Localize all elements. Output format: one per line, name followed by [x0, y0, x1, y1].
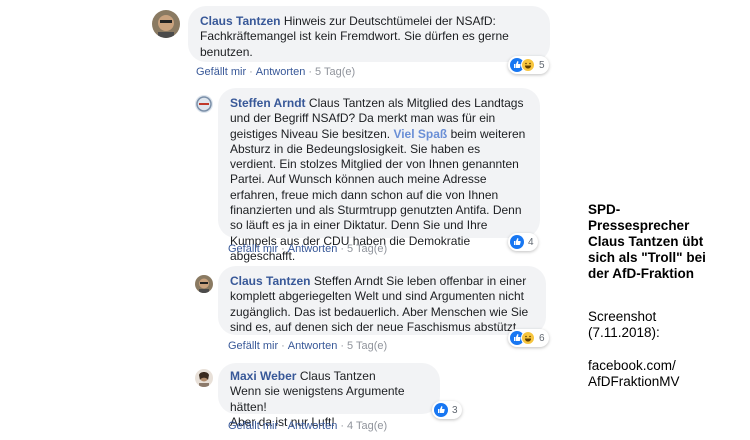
- reply-link[interactable]: Antworten: [288, 420, 338, 432]
- reaction-count: 4: [528, 236, 534, 248]
- avatar[interactable]: [195, 369, 213, 387]
- comment-timestamp[interactable]: 5 Tag(e): [315, 66, 355, 78]
- reaction-count: 3: [452, 404, 458, 416]
- caption-screenshot-date: Screenshot (7.11.2018):: [588, 309, 660, 341]
- like-link[interactable]: Gefällt mir: [196, 66, 246, 78]
- comment-text: Claus Tantzen: [299, 369, 376, 383]
- comment-timestamp[interactable]: 5 Tag(e): [347, 340, 387, 352]
- comment-author[interactable]: Claus Tantzen: [200, 14, 280, 28]
- source-line: AfDFraktionMV: [588, 374, 680, 389]
- reply-link[interactable]: Antworten: [288, 243, 338, 255]
- comment-actions: Gefällt mir · Antworten · 5 Tag(e): [228, 243, 388, 255]
- source-line: facebook.com/: [588, 358, 676, 373]
- comment-author[interactable]: Maxi Weber: [230, 369, 296, 383]
- headline-line: Pressesprecher: [588, 218, 690, 233]
- comment-bubble: Maxi Weber Claus Tantzen Wenn sie wenigs…: [218, 363, 440, 429]
- reactions-badge[interactable]: 4: [508, 233, 538, 251]
- comment-actions: Gefällt mir · Antworten · 5 Tag(e): [196, 66, 356, 78]
- like-icon: [510, 235, 524, 249]
- mention-link[interactable]: Viel Spaß: [393, 127, 447, 141]
- headline-line: sich als "Troll" bei: [588, 250, 706, 265]
- caption-line: (7.11.2018):: [588, 325, 660, 340]
- headline-line: Claus Tantzen übt: [588, 234, 704, 249]
- like-link[interactable]: Gefällt mir: [228, 420, 278, 432]
- comment-timestamp[interactable]: 4 Tag(e): [347, 420, 387, 432]
- haha-icon: [521, 58, 535, 72]
- like-link[interactable]: Gefällt mir: [228, 340, 278, 352]
- reactions-badge[interactable]: 3: [432, 401, 462, 419]
- like-link[interactable]: Gefällt mir: [228, 243, 278, 255]
- comment-timestamp[interactable]: 5 Tag(e): [347, 243, 387, 255]
- haha-icon: [521, 331, 535, 345]
- reply-link[interactable]: Antworten: [288, 340, 338, 352]
- avatar[interactable]: [195, 275, 213, 293]
- comment-bubble: Claus Tantzen Hinweis zur Deutschtümelei…: [188, 6, 550, 62]
- comment-actions: Gefällt mir · Antworten · 5 Tag(e): [228, 340, 388, 352]
- headline-line: der AfD-Fraktion: [588, 266, 695, 281]
- comment-actions: Gefällt mir · Antworten · 4 Tag(e): [228, 420, 388, 432]
- caption-headline: SPD- Pressesprecher Claus Tantzen übt si…: [588, 202, 748, 282]
- avatar[interactable]: [195, 95, 213, 113]
- like-icon: [434, 403, 448, 417]
- reactions-badge[interactable]: 6: [508, 329, 549, 347]
- headline-line: SPD-: [588, 202, 621, 217]
- comment-author[interactable]: Claus Tantzen: [230, 274, 310, 288]
- caption-source: facebook.com/ AfDFraktionMV: [588, 358, 680, 390]
- comment-text: Wenn sie wenigstens Argumente hätten!: [230, 384, 405, 414]
- comment-bubble: Steffen Arndt Claus Tantzen als Mitglied…: [218, 88, 540, 263]
- reply-link[interactable]: Antworten: [256, 66, 306, 78]
- avatar[interactable]: [152, 10, 180, 38]
- caption-line: Screenshot: [588, 309, 657, 324]
- comment-bubble: Claus Tantzen Steffen Arndt Sie leben of…: [218, 266, 546, 335]
- comment-author[interactable]: Steffen Arndt: [230, 96, 306, 110]
- reaction-count: 5: [539, 59, 545, 71]
- reactions-badge[interactable]: 5: [508, 56, 549, 74]
- reaction-count: 6: [539, 332, 545, 344]
